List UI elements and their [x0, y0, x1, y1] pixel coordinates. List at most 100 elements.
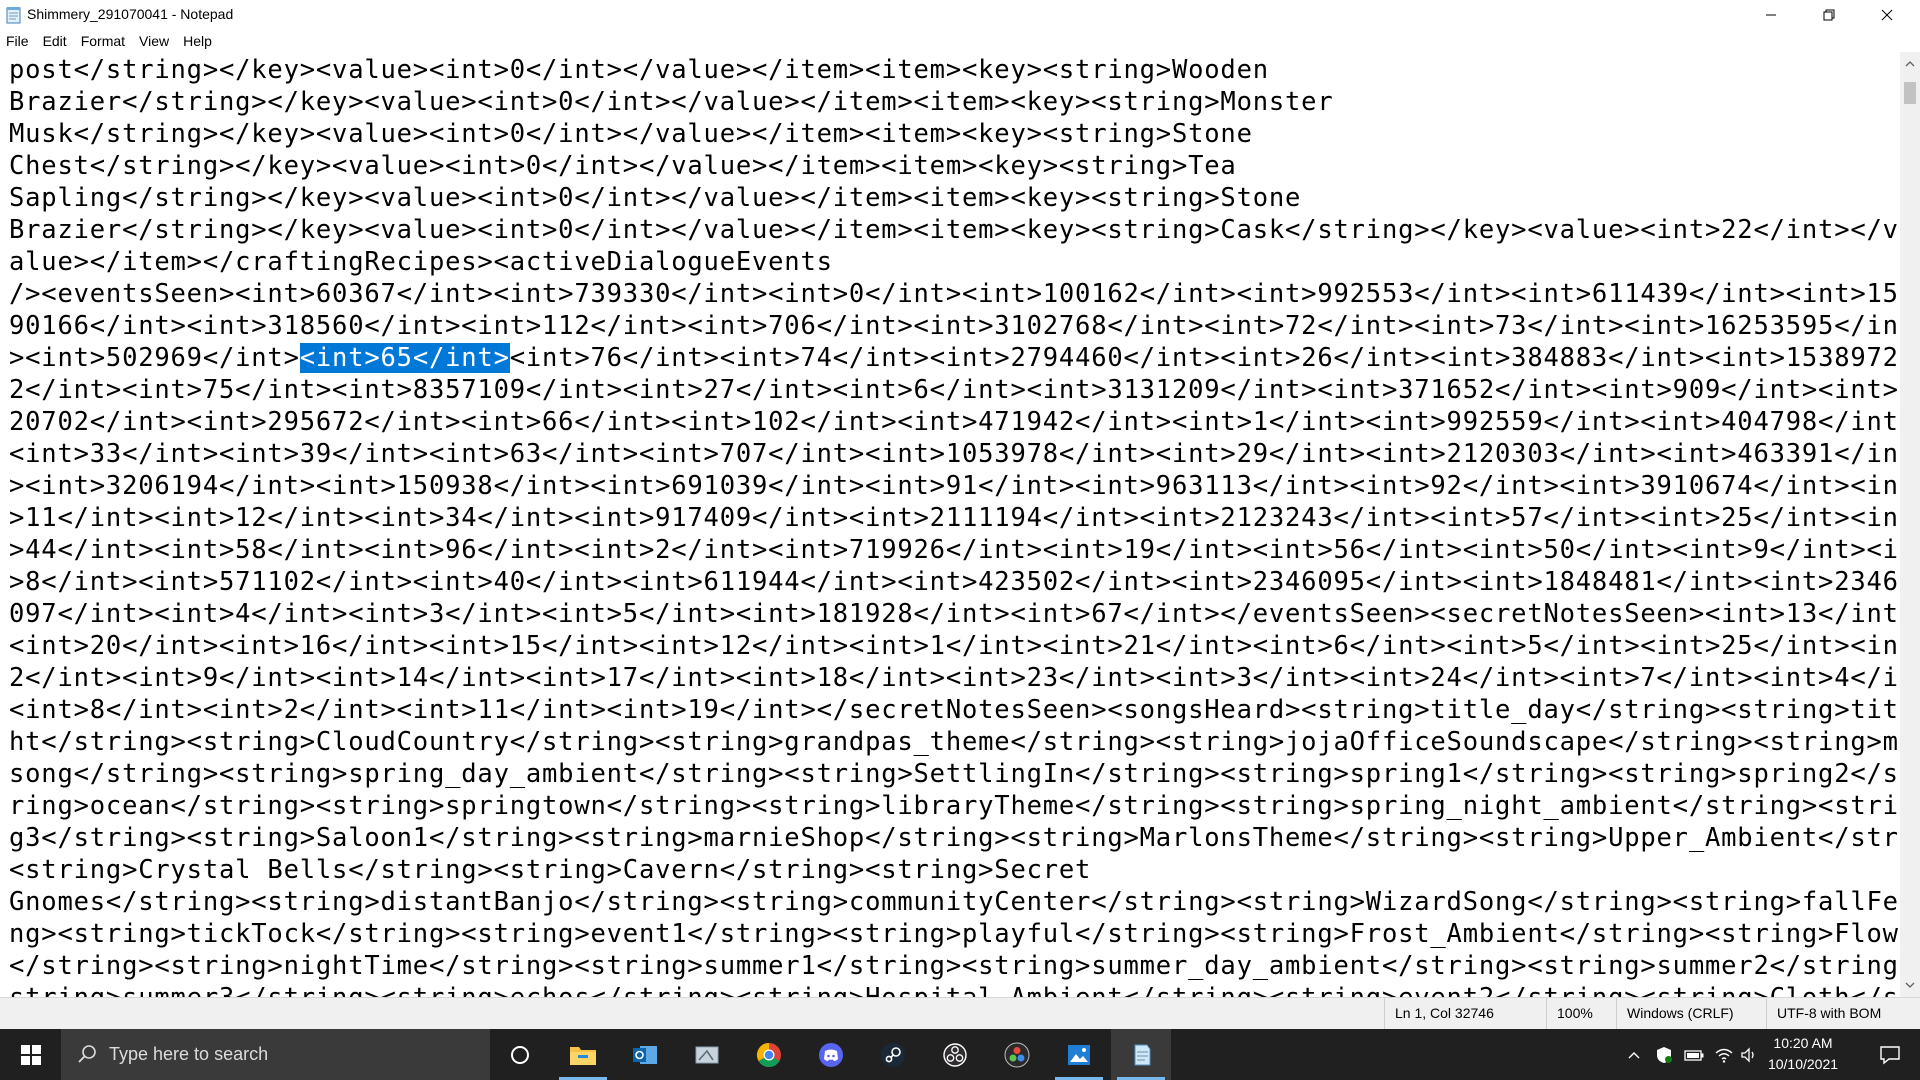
search-placeholder: Type here to search [109, 1044, 269, 1064]
close-button[interactable] [1858, 0, 1916, 30]
chrome-button[interactable] [739, 1029, 799, 1080]
notification-icon [1880, 1045, 1900, 1064]
volume-tray-button[interactable] [1738, 1029, 1760, 1080]
cursor-position: Ln 1, Col 32746 [1384, 998, 1546, 1029]
steam-button[interactable] [863, 1029, 923, 1080]
davinci-resolve-button[interactable] [987, 1029, 1047, 1080]
text-line[interactable]: alue></item></craftingRecipes><activeDia… [9, 246, 1900, 278]
close-icon [1881, 9, 1893, 21]
scroll-up-button[interactable] [1900, 54, 1920, 74]
steam-icon [881, 1042, 905, 1067]
text-line[interactable]: post</string></key><value><int>0</int></… [9, 54, 1900, 86]
text-line[interactable]: ht</string><string>CloudCountry</string>… [9, 726, 1900, 758]
selected-text[interactable]: <int>65</int> [299, 343, 510, 373]
editor-text[interactable]: post</string></key><value><int>0</int></… [9, 54, 1900, 997]
menu-edit[interactable]: Edit [36, 30, 74, 52]
vertical-scrollbar[interactable] [1900, 52, 1920, 997]
network-tray-button[interactable] [1710, 1029, 1738, 1080]
text-line[interactable]: 2</int><int>9</int><int>14</int><int>17<… [9, 662, 1900, 694]
taskbar: Type here to search 10:20 AM 10/10/2021 [0, 1029, 1920, 1080]
battery-tray-button[interactable] [1680, 1029, 1708, 1080]
text-line[interactable]: string>summer3</string><string>echos</st… [9, 982, 1900, 997]
text-line[interactable]: song</string><string>spring_day_ambient<… [9, 758, 1900, 790]
restore-button[interactable] [1800, 0, 1858, 30]
text-line[interactable]: <int>20</int><int>16</int><int>15</int><… [9, 630, 1900, 662]
chevron-down-icon [1905, 982, 1915, 988]
task-view-button[interactable] [490, 1029, 550, 1080]
battery-icon [1684, 1049, 1704, 1061]
menu-file[interactable]: File [0, 30, 36, 52]
file-explorer-button[interactable] [553, 1029, 613, 1080]
text-line[interactable]: Brazier</string></key><value><int>0</int… [9, 86, 1900, 118]
encoding: UTF-8 with BOM [1766, 998, 1920, 1029]
chrome-icon [756, 1042, 781, 1067]
text-line[interactable]: <string>Crystal Bells</string><string>Ca… [9, 854, 1900, 886]
photos-button[interactable] [1049, 1029, 1109, 1080]
text-line[interactable]: ring>ocean</string><string>springtown</s… [9, 790, 1900, 822]
snipping-tool-button[interactable] [677, 1029, 737, 1080]
outlook-button[interactable] [615, 1029, 675, 1080]
text-line[interactable]: >8</int><int>571102</int><int>40</int><i… [9, 566, 1900, 598]
text-editor[interactable]: post</string></key><value><int>0</int></… [0, 52, 1900, 997]
notepad-icon [1134, 1044, 1151, 1065]
text-line[interactable]: >44</int><int>58</int><int>96</int><int>… [9, 534, 1900, 566]
text-line[interactable]: <int>33</int><int>39</int><int>63</int><… [9, 438, 1900, 470]
text-line[interactable]: </string><string>nightTime</string><stri… [9, 950, 1900, 982]
file-explorer-icon [570, 1046, 596, 1065]
outlook-icon [633, 1045, 657, 1064]
davinci-resolve-icon [1004, 1042, 1030, 1067]
text-segment: <int>76</int><int>74</int><int>2794460</… [509, 343, 1899, 373]
minimize-button[interactable] [1742, 0, 1800, 30]
task-view-icon [511, 1045, 529, 1064]
taskbar-search[interactable]: Type here to search [61, 1029, 490, 1080]
text-line[interactable]: Gnomes</string><string>distantBanjo</str… [9, 886, 1900, 918]
text-line[interactable]: ><int>3206194</int><int>150938</int><int… [9, 470, 1900, 502]
notification-center-button[interactable] [1860, 1029, 1920, 1080]
text-line[interactable]: <int>8</int><int>2</int><int>11</int><in… [9, 694, 1900, 726]
text-line[interactable]: /><eventsSeen><int>60367</int><int>73933… [9, 278, 1900, 310]
status-bar: Ln 1, Col 32746 100% Windows (CRLF) UTF-… [0, 997, 1920, 1029]
menu-format[interactable]: Format [74, 30, 132, 52]
scroll-thumb[interactable] [1904, 82, 1916, 104]
text-line[interactable]: g3</string><string>Saloon1</string><stri… [9, 822, 1900, 854]
taskbar-clock[interactable]: 10:20 AM 10/10/2021 [1760, 1029, 1846, 1080]
windows-logo-icon [20, 1044, 41, 1065]
zoom-level: 100% [1546, 998, 1606, 1029]
obs-button[interactable] [925, 1029, 985, 1080]
search-icon [78, 1045, 96, 1063]
minimize-icon [1766, 14, 1776, 16]
text-line[interactable]: Brazier</string></key><value><int>0</int… [9, 214, 1900, 246]
chevron-up-icon [1905, 61, 1915, 67]
wifi-icon [1715, 1048, 1733, 1063]
text-line[interactable]: ng><string>tickTock</string><string>even… [9, 918, 1900, 950]
obs-icon [943, 1042, 967, 1067]
text-line[interactable]: Chest</string></key><value><int>0</int><… [9, 150, 1900, 182]
notepad-taskbar-button[interactable] [1111, 1029, 1171, 1080]
scroll-down-button[interactable] [1900, 975, 1920, 995]
text-line[interactable]: 90166</int><int>318560</int><int>112</in… [9, 310, 1900, 342]
text-line[interactable]: 2</int><int>75</int><int>8357109</int><i… [9, 374, 1900, 406]
clock-time: 10:20 AM [1773, 1035, 1833, 1051]
text-line[interactable]: Musk</string></key><value><int>0</int></… [9, 118, 1900, 150]
restore-icon [1823, 9, 1835, 21]
title-bar[interactable]: Shimmery_291070041 - Notepad [0, 0, 1920, 30]
start-button[interactable] [0, 1029, 61, 1080]
notepad-icon [6, 6, 22, 24]
text-line[interactable]: 20702</int><int>295672</int><int>66</int… [9, 406, 1900, 438]
menu-bar: File Edit Format View Help [0, 30, 1920, 52]
menu-view[interactable]: View [132, 30, 176, 52]
menu-help[interactable]: Help [176, 30, 219, 52]
photos-icon [1068, 1044, 1090, 1065]
discord-button[interactable] [801, 1029, 861, 1080]
speaker-icon [1741, 1046, 1754, 1063]
tray-overflow-button[interactable] [1620, 1029, 1648, 1080]
text-line[interactable]: >11</int><int>12</int><int>34</int><int>… [9, 502, 1900, 534]
text-line[interactable]: Sapling</string></key><value><int>0</int… [9, 182, 1900, 214]
snipping-tool-icon [695, 1046, 719, 1063]
chevron-up-icon [1628, 1051, 1640, 1058]
security-tray-button[interactable] [1650, 1029, 1678, 1080]
text-line[interactable]: ><int>502969</int><int>65</int><int>76</… [9, 342, 1900, 374]
line-ending: Windows (CRLF) [1616, 998, 1766, 1029]
clock-date: 10/10/2021 [1767, 1056, 1839, 1072]
text-line[interactable]: 097</int><int>4</int><int>3</int><int>5<… [9, 598, 1900, 630]
